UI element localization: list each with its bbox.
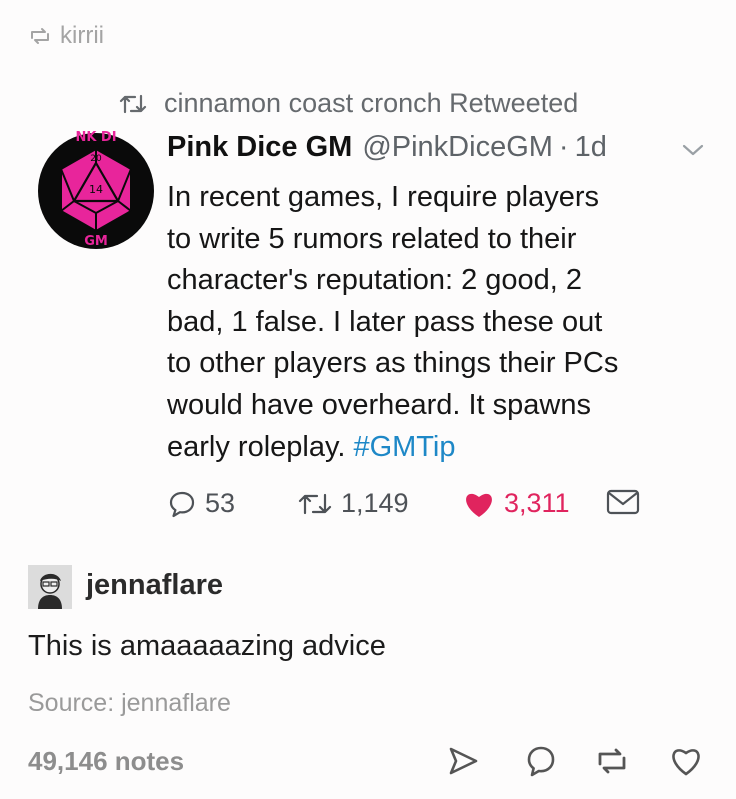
tweet-text: In recent games, I require players to wri… [167,177,719,468]
svg-text:14: 14 [89,183,103,196]
reply-action[interactable]: 53 [167,488,235,519]
retweet-icon [118,93,148,115]
tweet-line: character's reputation: 2 good, 2 [167,264,583,297]
post-source[interactable]: Source: jennaflare [28,689,231,718]
avatar-top-text: NK DI [75,131,116,145]
tweet-author-handle[interactable]: @PinkDiceGM [362,131,553,164]
hashtag-link[interactable]: #GMTip [353,431,455,463]
reply-icon [167,489,197,519]
like-count: 3,311 [504,488,570,518]
tweet-timestamp[interactable]: 1d [575,131,607,164]
tweet-line: to write 5 rumors related to their [167,222,577,255]
heart-icon[interactable] [668,744,704,778]
tweet-line: to other players as things their PCs [167,347,619,380]
retweet-action[interactable]: 1,149 [297,488,409,519]
share-icon[interactable] [446,744,480,778]
user-avatar[interactable] [28,565,72,609]
retweet-context: cinnamon coast cronch Retweeted [118,88,578,119]
username[interactable]: jennaflare [86,569,223,602]
like-icon [462,489,496,519]
avatar-bottom-text: GM [84,234,108,249]
tweet-header: Pink Dice GM @PinkDiceGM · 1d [167,131,607,164]
reply-count: 53 [205,488,236,518]
chevron-down-icon[interactable] [682,143,704,157]
like-action[interactable]: 3,311 [462,488,570,519]
tweet-line: early roleplay. [167,430,354,463]
comment-icon[interactable] [524,744,558,778]
tweet-line: bad, 1 false. I later pass these out [167,305,603,338]
tweet-author-name[interactable]: Pink Dice GM [167,131,352,164]
reblogged-from-username[interactable]: kirrii [60,22,104,50]
tweet-author-avatar[interactable]: 14 20 NK DI GM [36,131,156,251]
retweeted-by-text: cinnamon coast cronch Retweeted [164,88,579,118]
mail-icon [605,488,641,516]
svg-text:20: 20 [90,154,102,164]
reblog-icon [28,26,52,46]
reblog-header[interactable]: kirrii [28,22,104,50]
reblog-icon[interactable] [594,744,630,778]
tweet-line: would have overheard. It spawns [167,388,591,421]
retweet-count: 1,149 [341,488,409,518]
tweet-line: In recent games, I require players [167,181,599,213]
user-comment: This is amaaaaazing advice [28,630,386,662]
direct-message-action[interactable] [605,488,641,516]
separator-dot: · [558,131,569,163]
retweet-icon [297,491,333,517]
notes-count[interactable]: 49,146 notes [28,746,184,777]
